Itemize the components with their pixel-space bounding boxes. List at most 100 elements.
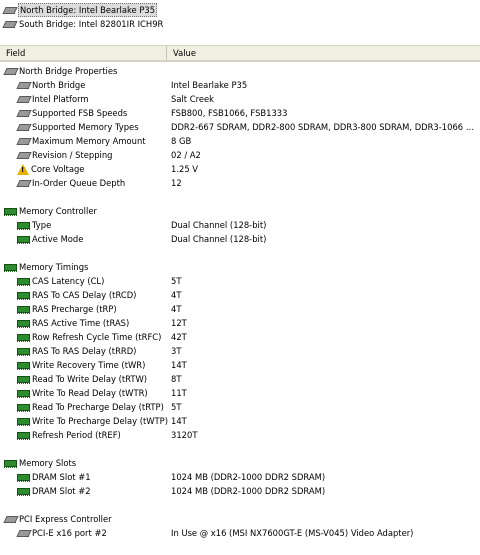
field-cell: Maximum Memory Amount: [17, 134, 146, 148]
property-row[interactable]: Supported FSB Speeds FSB800, FSB1066, FSB…: [0, 106, 480, 120]
property-row[interactable]: PCI-E x16 port #2 In Use @ x16 (MSI NX760…: [0, 526, 480, 540]
field-label: Row Refresh Cycle Time (tRFC): [32, 332, 162, 342]
field-label: Write Recovery Time (tWR): [32, 360, 146, 370]
value-cell: DDR2-667 SDRAM, DDR2-800 SDRAM, DDR3-800…: [171, 122, 477, 132]
value-cell: 4T: [171, 304, 182, 314]
property-row[interactable]: Type Dual Channel (128-bit): [0, 218, 480, 232]
property-row[interactable]: Active Mode Dual Channel (128-bit): [0, 232, 480, 246]
blank-row: [0, 442, 480, 456]
value-cell: 42T: [171, 332, 187, 342]
north-bridge-icon: [17, 81, 30, 90]
device-list-item[interactable]: North Bridge: Intel Bearlake P35: [3, 3, 158, 17]
blank-row: [0, 246, 480, 260]
memory-icon: [17, 333, 30, 342]
north-bridge-icon: [4, 67, 17, 76]
property-row[interactable]: Row Refresh Cycle Time (tRFC) 42T: [0, 330, 480, 344]
property-row[interactable]: RAS To CAS Delay (tRCD) 4T: [0, 288, 480, 302]
field-label: RAS Precharge (tRP): [32, 304, 117, 314]
field-label: Memory Controller: [19, 206, 97, 216]
field-cell: Core Voltage: [17, 162, 84, 176]
property-row[interactable]: Write To Read Delay (tWTR) 11T: [0, 386, 480, 400]
memory-icon: [17, 319, 30, 328]
north-bridge-icon: [17, 151, 30, 160]
field-label: DRAM Slot #1: [32, 472, 91, 482]
property-row[interactable]: RAS Precharge (tRP) 4T: [0, 302, 480, 316]
property-row[interactable]: Core Voltage 1.25 V: [0, 162, 480, 176]
property-row[interactable]: Write Recovery Time (tWR) 14T: [0, 358, 480, 372]
property-row[interactable]: Refresh Period (tREF) 3120T: [0, 428, 480, 442]
device-list-item[interactable]: South Bridge: Intel 82801IR ICH9R: [3, 17, 164, 31]
field-cell: In-Order Queue Depth: [17, 176, 125, 190]
memory-icon: [17, 305, 30, 314]
section-title: Memory Controller: [4, 204, 97, 218]
value-column-header[interactable]: Value: [167, 46, 480, 61]
north-bridge-icon: [17, 95, 30, 104]
field-label: DRAM Slot #2: [32, 486, 91, 496]
field-label: RAS To CAS Delay (tRCD): [32, 290, 137, 300]
field-label: Memory Timings: [19, 262, 89, 272]
value-cell: 8T: [171, 374, 182, 384]
field-label: North Bridge Properties: [19, 66, 118, 76]
property-row[interactable]: Intel Platform Salt Creek: [0, 92, 480, 106]
north-bridge-icon: [17, 529, 30, 538]
property-row[interactable]: In-Order Queue Depth 12: [0, 176, 480, 190]
north-bridge-icon: [4, 515, 17, 524]
memory-icon: [4, 459, 17, 468]
value-cell: 1024 MB (DDR2-1000 DDR2 SDRAM): [171, 472, 326, 482]
property-row[interactable]: CAS Latency (CL) 5T: [0, 274, 480, 288]
memory-icon: [17, 389, 30, 398]
section-row[interactable]: North Bridge Properties: [0, 64, 480, 78]
section-row[interactable]: Memory Controller: [0, 204, 480, 218]
section-title: PCI Express Controller: [4, 512, 112, 526]
memory-icon: [4, 263, 17, 272]
field-cell: DRAM Slot #1: [17, 470, 91, 484]
blank-row: [0, 498, 480, 512]
section-title: Memory Timings: [4, 260, 88, 274]
field-cell: Write Recovery Time (tWR): [17, 358, 145, 372]
field-label: Type: [32, 220, 52, 230]
memory-icon: [17, 221, 30, 230]
field-cell: Read To Write Delay (tRTW): [17, 372, 147, 386]
property-row[interactable]: North Bridge Intel Bearlake P35: [0, 78, 480, 92]
field-label: Refresh Period (tREF): [32, 430, 121, 440]
memory-icon: [17, 235, 30, 244]
section-row[interactable]: Memory Timings: [0, 260, 480, 274]
memory-icon: [17, 431, 30, 440]
value-cell: 3T: [171, 346, 182, 356]
property-row[interactable]: DRAM Slot #1 1024 MB (DDR2-1000 DDR2 SDRA…: [0, 470, 480, 484]
value-cell: 3120T: [171, 430, 198, 440]
field-cell: Refresh Period (tREF): [17, 428, 121, 442]
property-row[interactable]: Supported Memory Types DDR2-667 SDRAM, DD…: [0, 120, 480, 134]
field-label: Intel Platform: [32, 94, 89, 104]
memory-icon: [17, 375, 30, 384]
memory-icon: [4, 207, 17, 216]
property-row[interactable]: Read To Write Delay (tRTW) 8T: [0, 372, 480, 386]
value-cell: 14T: [171, 360, 187, 370]
value-cell: 4T: [171, 290, 182, 300]
value-cell: FSB800, FSB1066, FSB1333: [171, 108, 288, 118]
memory-icon: [17, 473, 30, 482]
property-row[interactable]: Read To Precharge Delay (tRTP) 5T: [0, 400, 480, 414]
property-row[interactable]: Revision / Stepping 02 / A2: [0, 148, 480, 162]
section-row[interactable]: Memory Slots: [0, 456, 480, 470]
property-row[interactable]: RAS To RAS Delay (tRRD) 3T: [0, 344, 480, 358]
field-label: Read To Write Delay (tRTW): [32, 374, 148, 384]
device-list-item-label: North Bridge: Intel Bearlake P35: [18, 3, 158, 17]
value-cell: 5T: [171, 402, 182, 412]
north-bridge-icon: [17, 109, 30, 118]
column-header: Field Value: [0, 45, 480, 62]
property-row[interactable]: RAS Active Time (tRAS) 12T: [0, 316, 480, 330]
property-row[interactable]: DRAM Slot #2 1024 MB (DDR2-1000 DDR2 SDRA…: [0, 484, 480, 498]
field-label: Write To Read Delay (tWTR): [32, 388, 148, 398]
field-cell: DRAM Slot #2: [17, 484, 91, 498]
value-cell: 11T: [171, 388, 187, 398]
field-label: Supported Memory Types: [32, 122, 139, 132]
field-cell: Write To Read Delay (tWTR): [17, 386, 148, 400]
value-cell: Salt Creek: [171, 94, 214, 104]
section-row[interactable]: PCI Express Controller: [0, 512, 480, 526]
field-column-header[interactable]: Field: [0, 46, 167, 61]
field-label: Revision / Stepping: [32, 150, 113, 160]
property-row[interactable]: Maximum Memory Amount 8 GB: [0, 134, 480, 148]
property-row[interactable]: Write To Precharge Delay (tWTP) 14T: [0, 414, 480, 428]
field-label: Core Voltage: [31, 164, 85, 174]
